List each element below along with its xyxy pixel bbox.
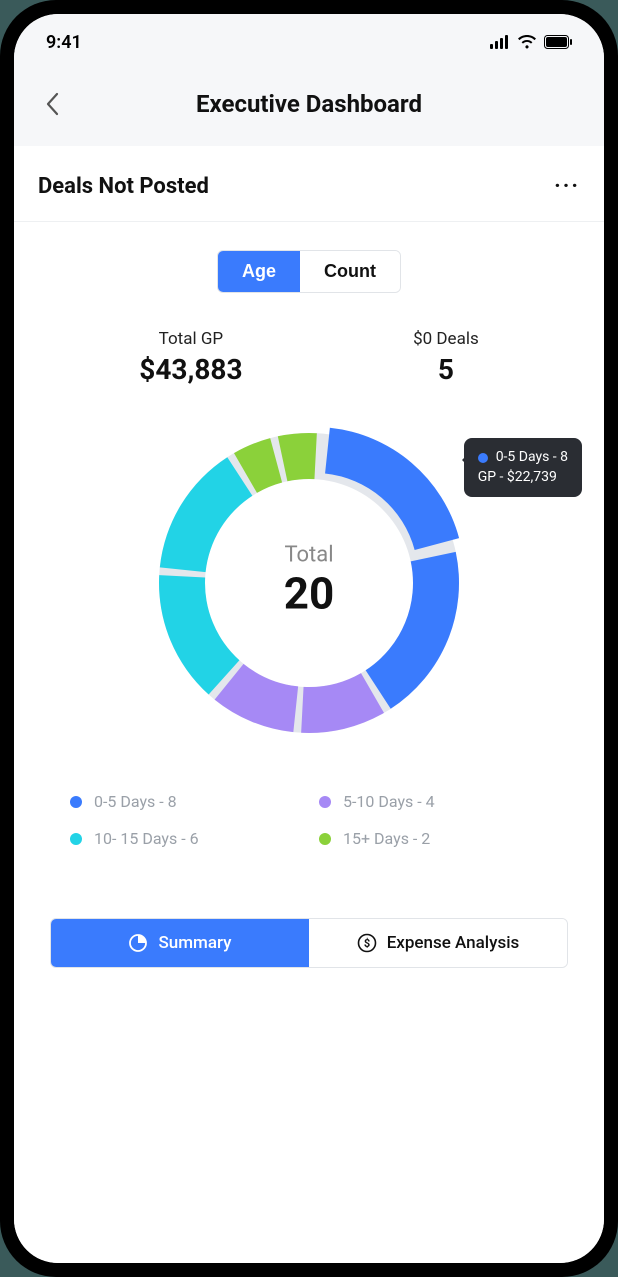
donut-chart: Total 20 0-5 Days - 8 GP - $22,739: [14, 404, 604, 758]
page-header: Executive Dashboard: [14, 70, 604, 146]
metric-value: $43,883: [139, 353, 242, 386]
legend-item[interactable]: 0-5 Days - 8: [70, 792, 299, 811]
svg-text:$: $: [364, 937, 370, 950]
section-header: Deals Not Posted ···: [14, 146, 604, 222]
metric-value: 5: [413, 353, 479, 386]
battery-icon: [544, 35, 572, 49]
segment-count[interactable]: Count: [300, 251, 400, 292]
status-time: 9:41: [46, 32, 82, 53]
tab-summary[interactable]: Summary: [51, 919, 309, 967]
legend-label: 0-5 Days - 8: [94, 792, 177, 811]
metric-label: Total GP: [139, 329, 242, 349]
tooltip-line2: GP - $22,739: [478, 468, 568, 488]
metrics-row: Total GP $43,883 $0 Deals 5: [14, 301, 604, 404]
segmented-control: Age Count: [14, 222, 604, 301]
dollar-circle-icon: $: [357, 933, 377, 953]
legend-label: 5-10 Days - 4: [343, 792, 435, 811]
status-icons: [490, 35, 572, 49]
more-menu-button[interactable]: ···: [554, 174, 580, 199]
wifi-icon: [517, 35, 537, 49]
page-title: Executive Dashboard: [14, 90, 604, 118]
legend-dot-icon: [319, 833, 331, 845]
tab-expense-analysis[interactable]: $ Expense Analysis: [309, 919, 567, 967]
content: Deals Not Posted ··· Age Count Total GP …: [14, 146, 604, 1263]
legend-label: 10- 15 Days - 6: [94, 829, 199, 848]
chart-legend: 0-5 Days - 8 5-10 Days - 4 10- 15 Days -…: [14, 758, 604, 858]
screen: 9:41 Executive Dashboard Deals Not Poste…: [14, 14, 604, 1263]
legend-dot-icon: [319, 796, 331, 808]
legend-dot-icon: [70, 796, 82, 808]
chart-center-value: 20: [284, 568, 335, 620]
tab-label: Summary: [158, 933, 231, 953]
bottom-tab-bar: Summary $ Expense Analysis: [50, 918, 568, 968]
chart-center: Total 20: [284, 543, 335, 620]
chart-tooltip: 0-5 Days - 8 GP - $22,739: [464, 438, 582, 497]
chart-center-label: Total: [284, 543, 335, 568]
cellular-icon: [490, 35, 510, 49]
phone-frame: 9:41 Executive Dashboard Deals Not Poste…: [0, 0, 618, 1277]
metric-label: $0 Deals: [413, 329, 479, 349]
legend-item[interactable]: 10- 15 Days - 6: [70, 829, 299, 848]
status-bar: 9:41: [14, 14, 604, 70]
segment-age[interactable]: Age: [218, 251, 300, 292]
tooltip-line1: 0-5 Days - 8: [496, 448, 568, 468]
section-title: Deals Not Posted: [38, 174, 209, 199]
legend-item[interactable]: 5-10 Days - 4: [319, 792, 548, 811]
tab-label: Expense Analysis: [387, 933, 520, 953]
tooltip-dot-icon: [478, 453, 488, 463]
pie-chart-icon: [128, 933, 148, 953]
chevron-left-icon: [45, 92, 59, 116]
legend-item[interactable]: 15+ Days - 2: [319, 829, 548, 848]
metric-zero-deals: $0 Deals 5: [413, 329, 479, 386]
legend-label: 15+ Days - 2: [343, 829, 430, 848]
metric-total-gp: Total GP $43,883: [139, 329, 242, 386]
back-button[interactable]: [38, 90, 66, 118]
legend-dot-icon: [70, 833, 82, 845]
